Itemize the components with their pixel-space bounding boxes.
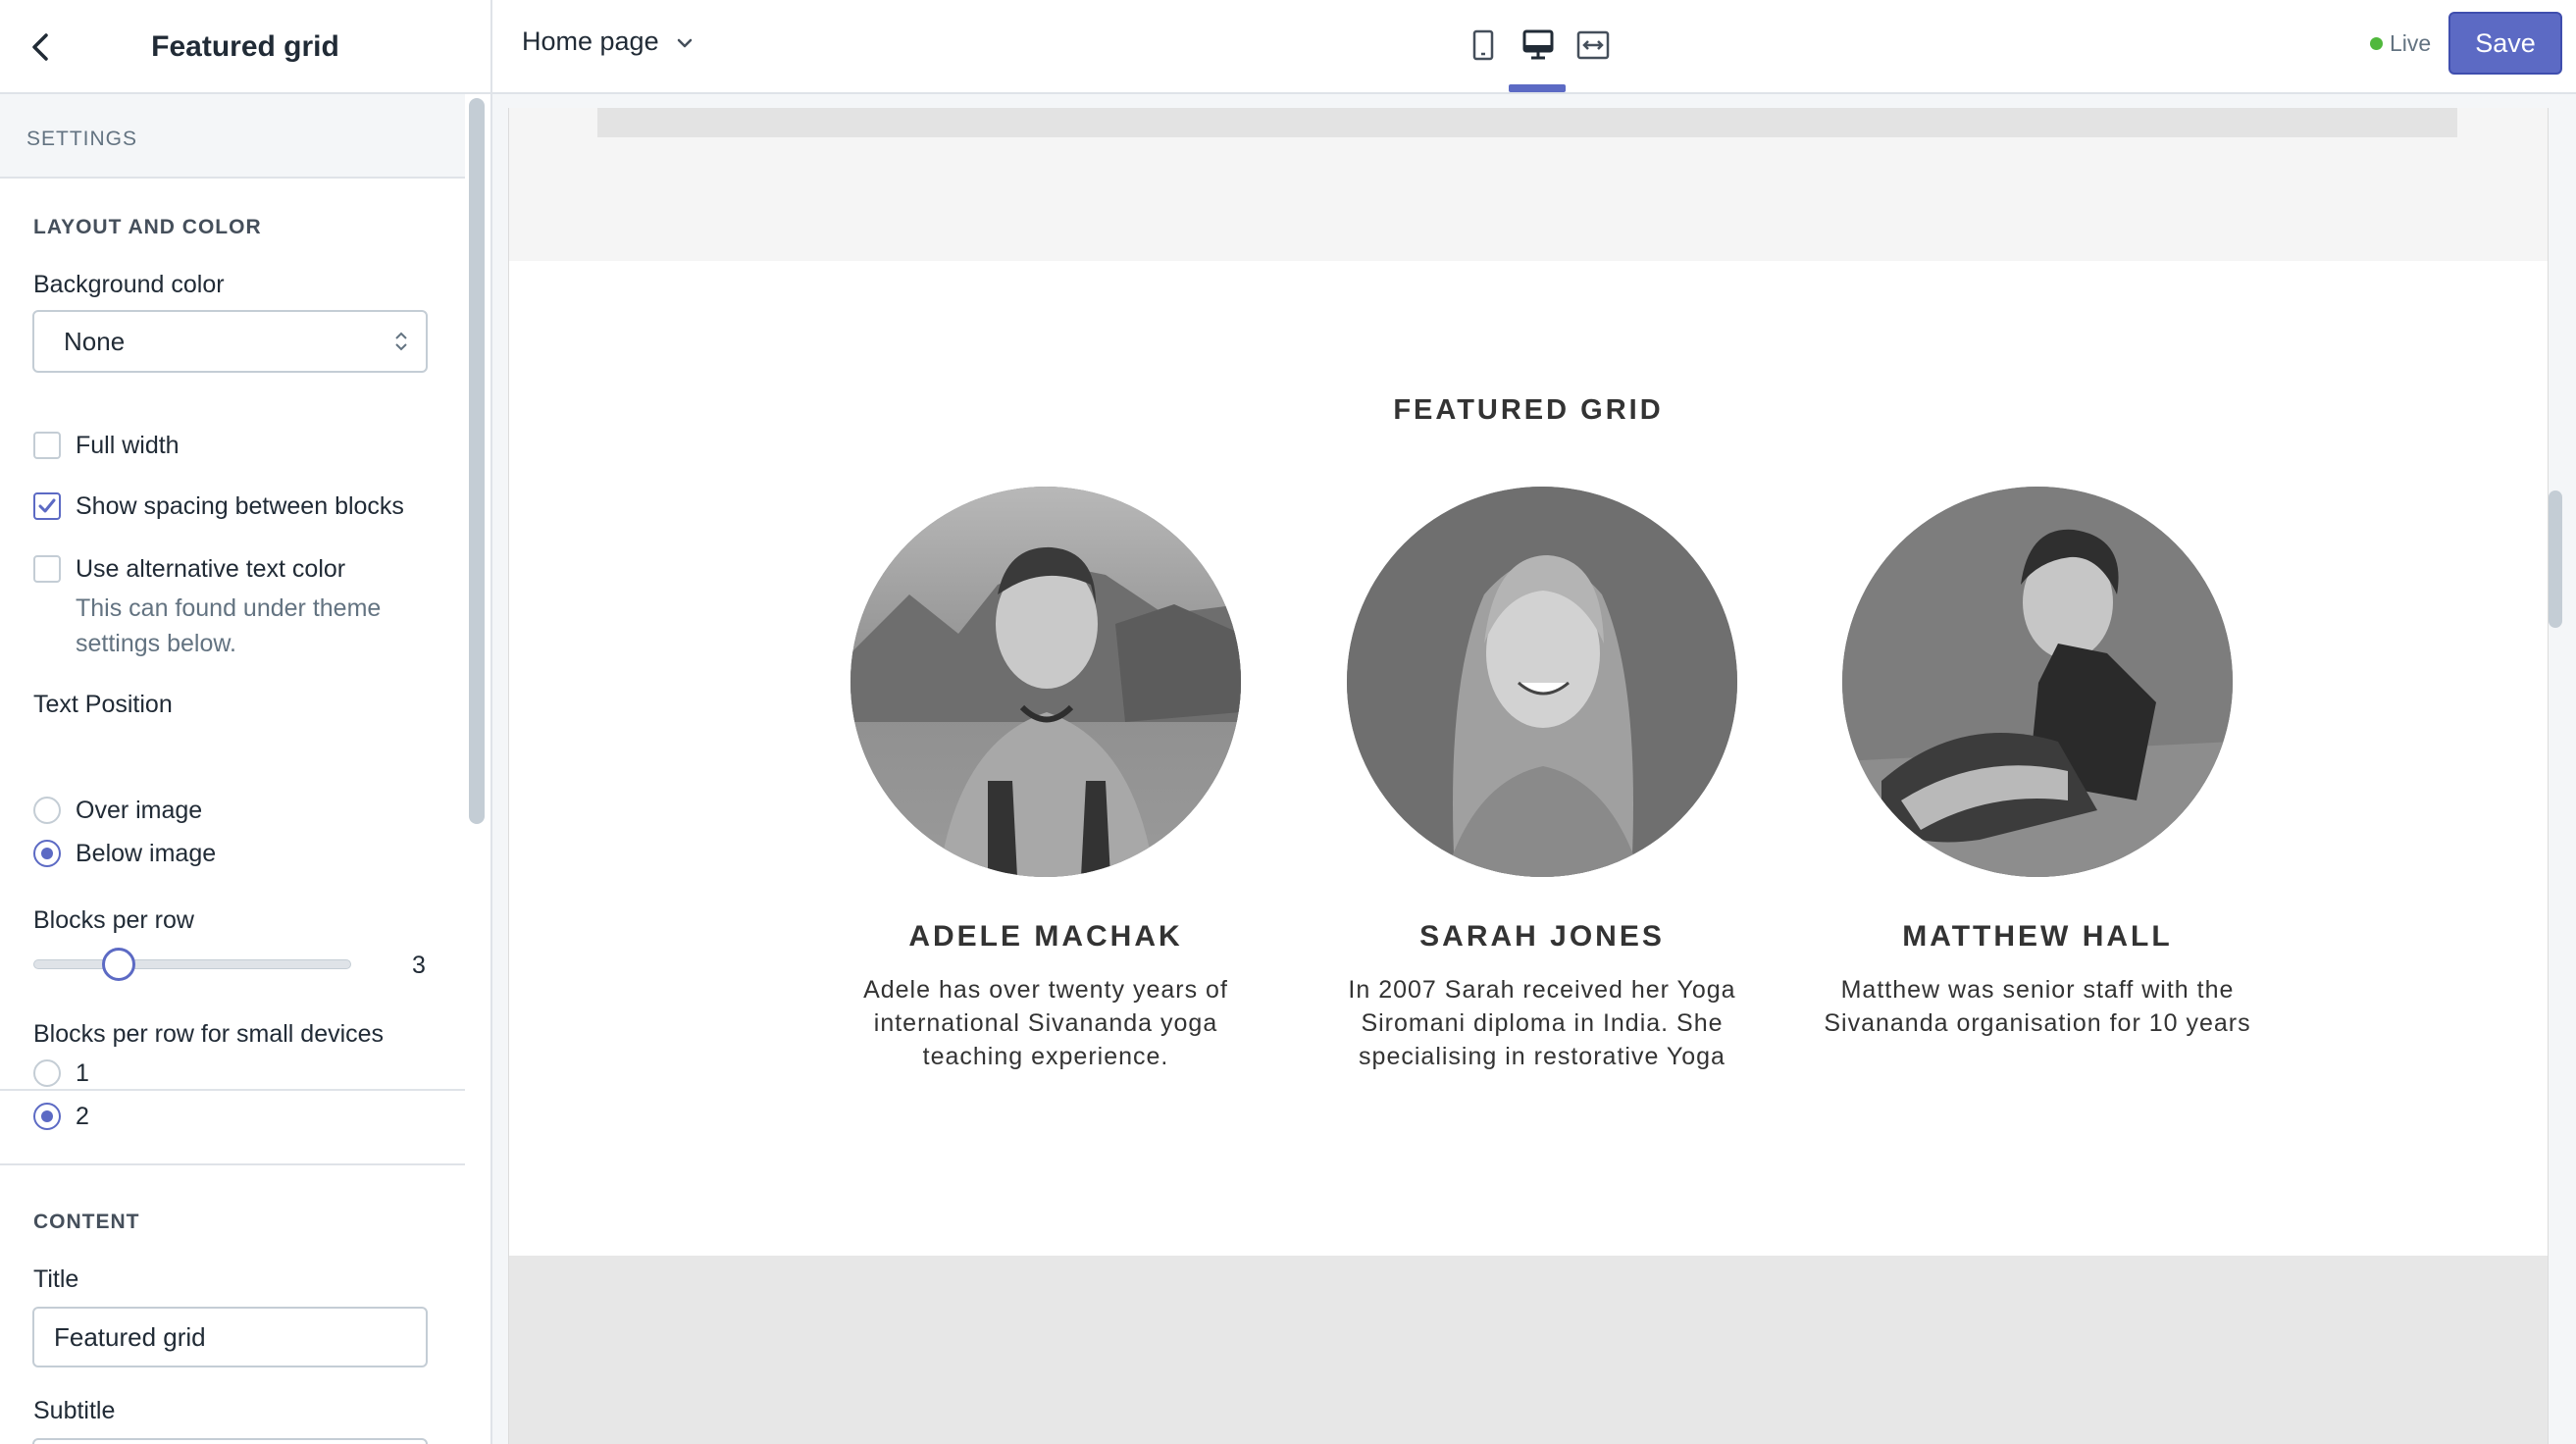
fullscreen-view-button[interactable]: [1568, 20, 1619, 71]
text-position-over-radio[interactable]: [33, 797, 61, 824]
settings-band: SETTINGS: [0, 94, 465, 179]
alt-text-color-help-1: This can found under theme: [76, 594, 382, 622]
person-name: ADELE MACHAK: [908, 920, 1183, 953]
active-device-indicator: [1509, 84, 1566, 92]
sidebar-scroll-area: SETTINGS LAYOUT AND COLOR Background col…: [0, 94, 465, 1444]
title-input[interactable]: Featured grid: [32, 1307, 428, 1367]
person-name: SARAH JONES: [1419, 920, 1665, 953]
content-heading: CONTENT: [33, 1211, 140, 1233]
section-divider: [0, 1163, 465, 1165]
desktop-icon: [1522, 29, 1554, 60]
layout-section: LAYOUT AND COLOR Background color None F…: [0, 179, 465, 1091]
page-select[interactable]: Home page: [522, 22, 696, 61]
editor-sidebar: Featured grid SETTINGS LAYOUT AND COLOR …: [0, 0, 492, 1444]
background-color-select[interactable]: None: [32, 310, 428, 373]
portrait-image: [1347, 487, 1737, 877]
background-color-label: Background color: [33, 271, 225, 298]
show-spacing-checkbox[interactable]: [33, 492, 61, 520]
fullscreen-icon: [1576, 30, 1610, 60]
text-position-label: Text Position: [33, 691, 173, 718]
page-select-label: Home page: [522, 26, 659, 56]
person-description: Adele has over twenty years of internati…: [863, 976, 1228, 1070]
blocks-small-1-label: 1: [76, 1059, 89, 1087]
preview-pane: FEATURED GRID ADELE MACHAK Adele has ove…: [492, 94, 2576, 1444]
settings-heading: SETTINGS: [26, 128, 138, 150]
blocks-small-label: Blocks per row for small devices: [33, 1020, 385, 1048]
preview-scrollbar[interactable]: [2549, 490, 2562, 628]
text-position-below-label: Below image: [76, 840, 217, 867]
full-width-checkbox[interactable]: [33, 432, 61, 459]
person-name: MATTHEW HALL: [1902, 920, 2173, 953]
sidebar-scrollbar[interactable]: [469, 98, 485, 824]
previous-section: [509, 108, 2548, 261]
grid-item: ADELE MACHAK Adele has over twenty years…: [810, 487, 1281, 1073]
person-description: Matthew was senior staff with the Sivana…: [1824, 976, 2251, 1037]
desktop-view-button[interactable]: [1513, 20, 1564, 71]
background-color-value: None: [64, 327, 126, 356]
checkmark-icon: [38, 498, 56, 513]
text-position-over-label: Over image: [76, 797, 203, 824]
alt-text-color-label: Use alternative text color: [76, 555, 346, 583]
blocks-per-row-value: 3: [412, 952, 426, 979]
sidebar-header: Featured grid: [0, 0, 490, 94]
live-label: Live: [2390, 30, 2432, 56]
person-photo: [850, 487, 1241, 877]
featured-grid-title: FEATURED GRID: [1393, 394, 1664, 426]
select-caret-icon: [395, 332, 407, 351]
save-button[interactable]: Save: [2448, 12, 2562, 75]
chevron-down-icon: [677, 38, 693, 48]
blocks-small-1-radio[interactable]: [33, 1059, 61, 1087]
person-description: In 2007 Sarah received her Yoga Siromani…: [1348, 976, 1736, 1070]
live-dot-icon: [2370, 37, 2383, 50]
featured-grid-section[interactable]: FEATURED GRID ADELE MACHAK Adele has ove…: [509, 261, 2548, 1256]
blocks-small-2-radio[interactable]: [33, 1103, 61, 1130]
sidebar-title: Featured grid: [151, 30, 339, 63]
preview-frame: FEATURED GRID ADELE MACHAK Adele has ove…: [508, 108, 2549, 1444]
blocks-per-row-label: Blocks per row: [33, 906, 194, 934]
grid-item: SARAH JONES In 2007 Sarah received her Y…: [1307, 487, 1777, 1073]
mobile-icon: [1472, 29, 1494, 61]
person-photo: [1842, 487, 2233, 877]
text-position-below-radio[interactable]: [33, 840, 61, 867]
layout-heading: LAYOUT AND COLOR: [33, 216, 262, 238]
full-width-label: Full width: [76, 432, 180, 459]
content-section: 2 CONTENT Title Featured grid Subtitle: [0, 1091, 465, 1444]
blocks-per-row-slider-track[interactable]: [33, 959, 351, 969]
chevron-left-icon: [32, 33, 48, 61]
blocks-small-2-label: 2: [76, 1103, 89, 1130]
person-photo: [1347, 487, 1737, 877]
back-button[interactable]: [20, 26, 63, 69]
blocks-per-row-slider-thumb[interactable]: [102, 948, 135, 981]
title-label: Title: [33, 1265, 79, 1293]
portrait-image: [850, 487, 1241, 877]
mobile-view-button[interactable]: [1458, 20, 1509, 71]
previous-section-strip: [597, 108, 2457, 137]
live-status: Live: [2370, 27, 2431, 59]
alt-text-color-checkbox[interactable]: [33, 555, 61, 583]
subtitle-label: Subtitle: [33, 1397, 116, 1424]
portrait-image: [1842, 487, 2233, 877]
top-bar: Home page Live Save: [492, 0, 2576, 94]
alt-text-color-help-2: settings below.: [76, 630, 236, 657]
subtitle-input[interactable]: [32, 1438, 428, 1444]
grid-item: MATTHEW HALL Matthew was senior staff wi…: [1802, 487, 2273, 1040]
show-spacing-label: Show spacing between blocks: [76, 492, 404, 520]
